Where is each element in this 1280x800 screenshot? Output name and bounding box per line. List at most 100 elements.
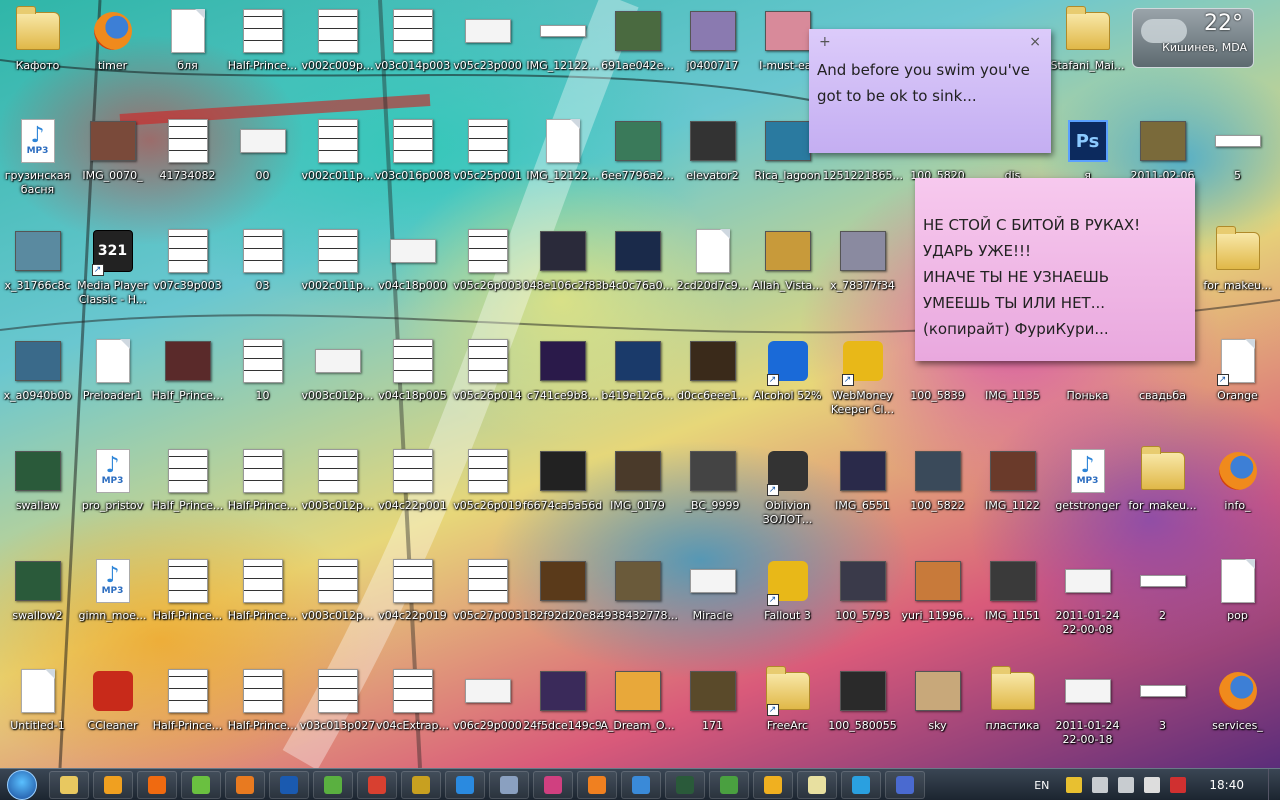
desktop-icon[interactable]: elevator2 (675, 110, 750, 220)
desktop-icon[interactable]: Preloader1 (75, 330, 150, 440)
desktop-icon[interactable]: info_ (1200, 440, 1275, 550)
desktop-icon[interactable]: IMG_1122 (975, 440, 1050, 550)
taskbar-button-dropbox[interactable] (621, 770, 661, 799)
desktop-icon[interactable]: _BC_9999 (675, 440, 750, 550)
start-button[interactable] (5, 769, 45, 800)
desktop-icon[interactable]: Half-Prince... (225, 550, 300, 660)
desktop-icon[interactable]: v002c009p... (300, 0, 375, 110)
language-indicator[interactable]: EN (1034, 779, 1049, 792)
desktop-icon[interactable]: j0400717 (675, 0, 750, 110)
desktop-icon[interactable]: 100_5822 (900, 440, 975, 550)
desktop-icon[interactable]: ↗ Oblivion ЗОЛОТ... (750, 440, 825, 550)
desktop-icon[interactable]: Half-Prince... (225, 660, 300, 770)
desktop-icon[interactable]: ↗ Orange (1200, 330, 1275, 440)
desktop-icon[interactable]: pop (1200, 550, 1275, 660)
desktop-icon[interactable]: 00 (225, 110, 300, 220)
desktop-icon[interactable]: ↗ Fallout 3 (750, 550, 825, 660)
desktop-icon[interactable]: IMG_12122... (525, 110, 600, 220)
flag-icon[interactable] (1066, 777, 1083, 793)
add-note-icon[interactable]: + (819, 34, 831, 50)
taskbar-button-tool[interactable] (489, 770, 529, 799)
tray-app-icon[interactable] (1170, 777, 1187, 793)
desktop-icon[interactable]: v04cExtrap... (375, 660, 450, 770)
sticky-note-purple[interactable]: + × And before you swim you've got to be … (809, 29, 1051, 153)
desktop-icon[interactable]: 2011-01-24 22-00-08 (1050, 550, 1125, 660)
desktop-icon[interactable]: 691ae042e... (600, 0, 675, 110)
desktop-icon[interactable]: 41734082 (150, 110, 225, 220)
desktop-icon[interactable]: 10 (225, 330, 300, 440)
desktop-icon[interactable]: f6674ca5a56d (523, 440, 602, 550)
desktop-icon[interactable]: ↗ Alcohol 52% (750, 330, 825, 440)
desktop-icon[interactable]: v07c39p003 (150, 220, 225, 330)
taskbar-button-mail[interactable] (885, 770, 925, 799)
taskbar-button-utorrent[interactable] (709, 770, 749, 799)
taskbar-button-app-orange[interactable] (137, 770, 177, 799)
desktop-icon[interactable]: Кафото (0, 0, 75, 110)
desktop-icon[interactable]: swallaw (0, 440, 75, 550)
desktop-icon[interactable]: x_31766c8c (0, 220, 75, 330)
desktop-icon[interactable]: v05c26p014 (450, 330, 525, 440)
desktop-icon[interactable]: ♪ MP3 getstronger (1050, 440, 1125, 550)
desktop-icon[interactable]: IMG_0179 (600, 440, 675, 550)
taskbar-button-media-player[interactable] (93, 770, 133, 799)
taskbar-button-network[interactable] (181, 770, 221, 799)
close-icon[interactable]: × (1029, 34, 1041, 50)
desktop-icon[interactable]: Allah_Vista... (750, 220, 825, 330)
desktop-icon[interactable]: v002c011p... (300, 220, 375, 330)
desktop-icon[interactable]: Miracle (675, 550, 750, 660)
desktop-icon[interactable]: 5 (1200, 110, 1275, 220)
desktop-icon[interactable]: пластика (975, 660, 1050, 770)
desktop-icon[interactable]: v003c012p... (300, 550, 375, 660)
desktop-icon[interactable]: 2 (1125, 550, 1200, 660)
desktop-icon[interactable]: for_makeu... (1125, 440, 1200, 550)
weather-gadget[interactable]: 22° Кишинев, MDA (1132, 8, 1254, 68)
desktop-icon[interactable]: v05c25p001 (450, 110, 525, 220)
desktop-icon[interactable]: x_a0940b0b (0, 330, 75, 440)
desktop-icon[interactable]: A_Dream_O... (600, 660, 675, 770)
note-text[interactable]: НЕ СТОЙ С БИТОЙ В РУКАХ! УДАРЬ УЖЕ!!! ИН… (915, 178, 1195, 344)
desktop-icon[interactable]: v05c27p003 (450, 550, 525, 660)
desktop-icon[interactable]: Half_Prince... (150, 330, 225, 440)
desktop-icon[interactable]: v03c014p003 (375, 0, 450, 110)
taskbar-button-sticky-notes[interactable] (797, 770, 837, 799)
desktop-icon[interactable]: yuri_11996... (900, 550, 975, 660)
desktop-icon[interactable]: v05c26p003 (450, 220, 525, 330)
desktop-icon[interactable]: for_makeu... (1200, 220, 1275, 330)
taskbar-button-explorer[interactable] (49, 770, 89, 799)
taskbar-button-refresh-app[interactable] (313, 770, 353, 799)
desktop-icon[interactable]: c741ce9b8... (525, 330, 600, 440)
desktop-icon[interactable]: 2cd20d7c9... (675, 220, 750, 330)
desktop-icon[interactable]: v04c22p001 (375, 440, 450, 550)
desktop-icon[interactable]: 2011-01-24 22-00-18 (1050, 660, 1125, 770)
taskbar-button-paint[interactable] (533, 770, 573, 799)
desktop-icon[interactable]: IMG_0070_ (75, 110, 150, 220)
desktop-icon[interactable]: Half-Prince... (225, 440, 300, 550)
desktop-icon[interactable]: ♪ MP3 gimn_moe... (75, 550, 150, 660)
desktop-icon[interactable]: Stafani_Mai... (1050, 0, 1125, 110)
clock[interactable]: 18:40 (1209, 778, 1244, 792)
desktop-icon[interactable]: CCleaner (75, 660, 150, 770)
taskbar-button-skype[interactable] (841, 770, 881, 799)
desktop-icon[interactable]: b4c0c76a0... (600, 220, 675, 330)
desktop-icon[interactable]: 24f5dce149c9 (523, 660, 602, 770)
taskbar-button-firefox[interactable] (225, 770, 265, 799)
desktop-icon[interactable]: timer (75, 0, 150, 110)
desktop-icon[interactable]: v03c013p027 (300, 660, 375, 770)
desktop-icon[interactable]: v05c26p019 (450, 440, 525, 550)
desktop-icon[interactable]: swallow2 (0, 550, 75, 660)
desktop-icon[interactable]: 3 (1125, 660, 1200, 770)
desktop-icon[interactable]: v002c011p... (300, 110, 375, 220)
show-desktop-button[interactable] (1268, 769, 1280, 800)
desktop-icon[interactable]: IMG_12122... (525, 0, 600, 110)
desktop-icon[interactable]: ♪ MP3 pro_pristov (75, 440, 150, 550)
desktop-icon[interactable]: 4938432778... (598, 550, 678, 660)
desktop-icon[interactable]: 048e106c2f83 (523, 220, 602, 330)
volume-icon[interactable] (1144, 777, 1161, 793)
keyboard-icon[interactable] (1092, 777, 1109, 793)
desktop-icon[interactable]: Half-Prince... (150, 550, 225, 660)
taskbar-button-photoshop[interactable] (269, 770, 309, 799)
desktop-icon[interactable]: v04c18p000 (375, 220, 450, 330)
desktop-icon[interactable]: v03c016p008 (375, 110, 450, 220)
desktop-icon[interactable]: v04c18p005 (375, 330, 450, 440)
desktop-icon[interactable]: v003c012p... (300, 440, 375, 550)
